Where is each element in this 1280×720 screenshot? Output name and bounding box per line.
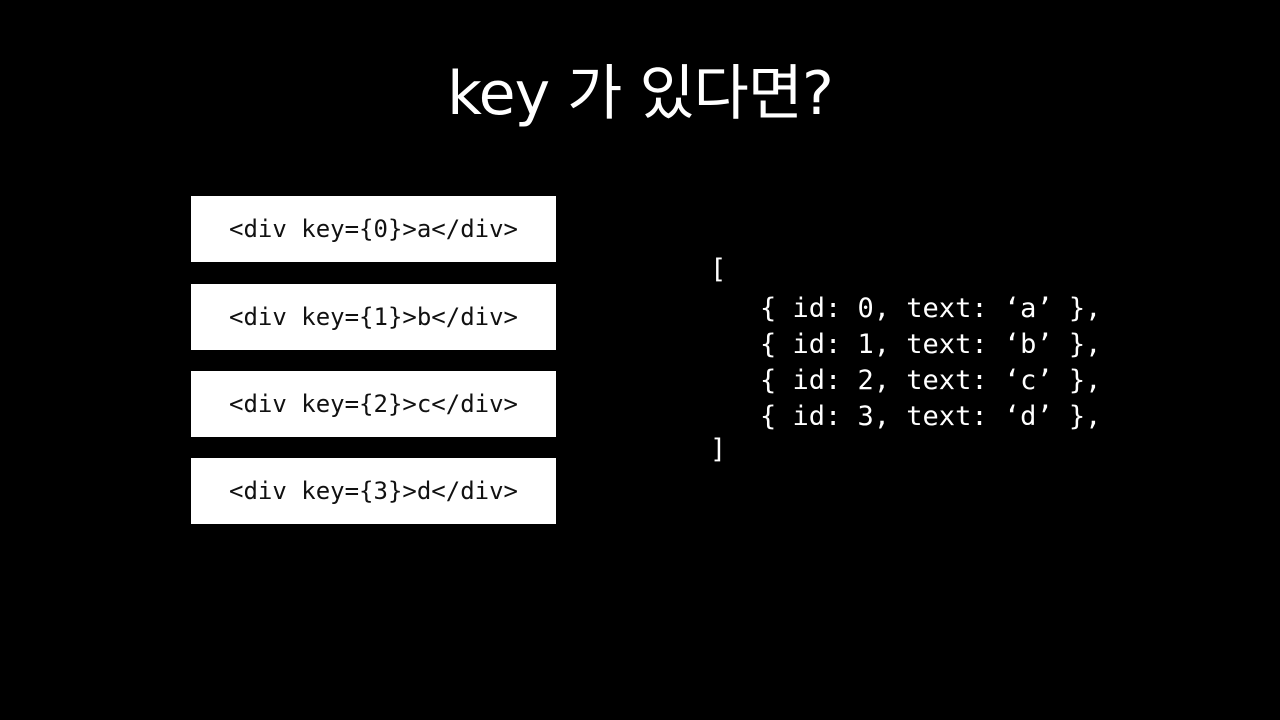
array-close-bracket: ] — [710, 434, 727, 465]
array-item: { id: 1, text: ‘b’ }, — [760, 329, 1102, 360]
element-box: <div key={2}>c</div> — [191, 371, 556, 437]
array-item: { id: 3, text: ‘d’ }, — [760, 401, 1102, 432]
array-item: { id: 2, text: ‘c’ }, — [760, 365, 1102, 396]
array-open-bracket: [ — [710, 254, 727, 285]
element-box: <div key={0}>a</div> — [191, 196, 556, 262]
element-box: <div key={3}>d</div> — [191, 458, 556, 524]
array-item: { id: 0, text: ‘a’ }, — [760, 293, 1102, 324]
slide: key 가 있다면? <div key={0}>a</div> <div key… — [0, 0, 1280, 720]
slide-title: key 가 있다면? — [447, 59, 834, 129]
element-box: <div key={1}>b</div> — [191, 284, 556, 350]
